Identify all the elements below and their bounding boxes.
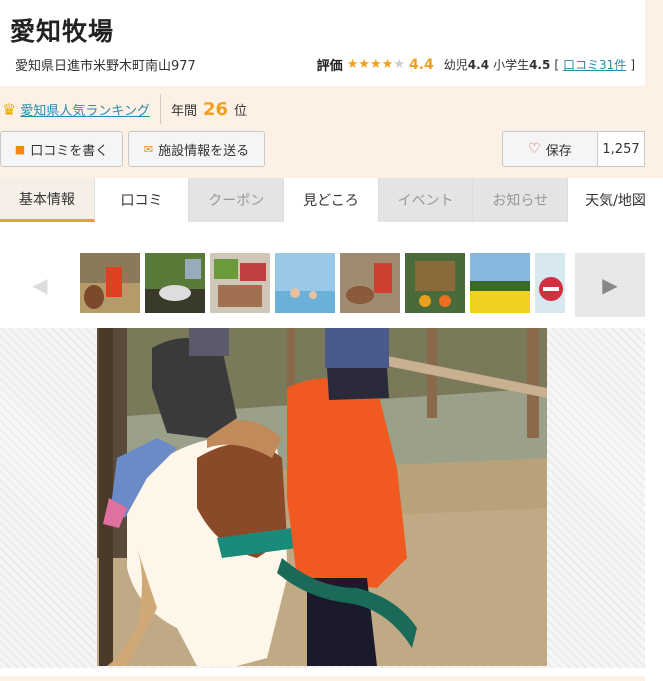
tab-basic-info[interactable]: 基本情報 — [0, 178, 95, 222]
ranking-suffix: 位 — [234, 103, 248, 119]
mail-icon: ✉ — [143, 142, 154, 156]
save-button[interactable]: ♡ 保存 — [502, 131, 598, 167]
rating-summary: 評価 ★★★★★ 4.4 幼児4.4 小学生4.5 [口コミ31件] — [316, 55, 635, 75]
reviews-count-link[interactable]: 口コミ31件 — [563, 56, 626, 73]
page-title: 愛知牧場 — [10, 17, 115, 46]
comment-icon: ■ — [14, 142, 26, 156]
prev-arrow-icon[interactable]: ◀ — [20, 253, 60, 317]
next-arrow-icon[interactable]: ▶ — [575, 253, 645, 317]
tab-reviews[interactable]: 口コミ — [95, 178, 190, 222]
tab-highlights[interactable]: 見どころ — [284, 178, 379, 222]
tab-coupons: クーポン — [189, 178, 285, 222]
tab-events: イベント — [378, 178, 474, 222]
crown-icon: ♛ — [2, 99, 17, 119]
thumbnail-8[interactable] — [535, 253, 565, 313]
thumbnail-1[interactable] — [80, 253, 140, 313]
rating-score: 4.4 — [408, 56, 434, 73]
thumbnail-6[interactable] — [405, 253, 465, 313]
page-bottom — [0, 676, 645, 681]
divider — [159, 94, 161, 124]
reviews-bracket-open: [ — [554, 57, 560, 72]
star-rating-icon: ★★★★★ — [346, 57, 405, 72]
facility-address: 愛知県日進市米野木町南山977 — [15, 59, 196, 74]
write-review-button[interactable]: ■ 口コミを書く — [0, 131, 123, 167]
reviews-bracket-close: ] — [630, 57, 635, 72]
heart-icon: ♡ — [528, 141, 541, 157]
rating-label: 評価 — [316, 59, 343, 74]
elementary-label: 小学生 — [493, 58, 530, 72]
tab-bar: 基本情報 口コミ クーポン 見どころ イベント お知らせ 天気/地図 — [0, 178, 663, 222]
facility-header: 愛知牧場 愛知県日進市米野木町南山977 評価 ★★★★★ 4.4 幼児4.4 … — [0, 0, 645, 86]
thumbnail-5[interactable] — [340, 253, 400, 313]
save-label: 保存 — [545, 143, 572, 159]
thumbnail-7[interactable] — [470, 253, 530, 313]
ranking-row: ♛ 愛知県人気ランキング 年間 26 位 — [0, 94, 645, 124]
thumbnail-3[interactable] — [210, 253, 270, 313]
ranking-year-label: 年間 — [170, 103, 197, 119]
infant-rating: 幼児4.4 — [444, 56, 489, 73]
ranking-number: 26 — [202, 98, 229, 120]
elementary-score: 4.5 — [529, 58, 551, 72]
infant-score: 4.4 — [467, 58, 490, 72]
main-photo-pony-ride[interactable] — [97, 328, 547, 666]
tab-weather-map[interactable]: 天気/地図 — [568, 178, 663, 222]
elementary-rating: 小学生4.5 — [493, 56, 550, 73]
send-info-label: 施設情報を送る — [158, 143, 250, 159]
thumbnail-strip: ◀ ▶ — [0, 253, 645, 317]
write-review-label: 口コミを書く — [30, 143, 109, 159]
ranking-link[interactable]: 愛知県人気ランキング — [20, 100, 150, 119]
send-info-button[interactable]: ✉ 施設情報を送る — [128, 131, 265, 167]
thumbnail-2[interactable] — [145, 253, 205, 313]
tab-news: お知らせ — [473, 178, 569, 222]
infant-label: 幼児 — [443, 58, 468, 72]
save-count: 1,257 — [598, 131, 645, 167]
save-group: ♡ 保存 1,257 — [502, 131, 645, 167]
thumbnail-4[interactable] — [275, 253, 335, 313]
